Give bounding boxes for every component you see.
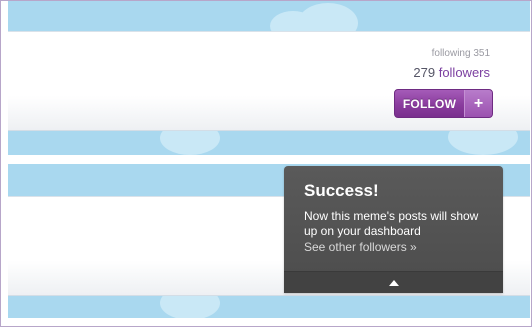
profile-card: following 351 279 followers FOLLOW + [8,31,530,131]
popup-collapse-button[interactable] [284,271,503,293]
plus-icon: + [464,90,492,117]
follow-button-label: FOLLOW [402,96,457,111]
followers-count: 279 [413,65,436,80]
follow-button[interactable]: FOLLOW + [394,89,493,118]
see-other-followers-link[interactable]: See other followers » [304,240,417,255]
success-popup: Success! Now this meme's posts will show… [284,166,503,293]
follow-panel: following 351 279 followers FOLLOW + [8,1,530,155]
popup-message: Now this meme's posts will show up on yo… [304,209,479,238]
screenshot-frame: following 351 279 followers FOLLOW + Suc… [0,0,532,327]
followers-line: 279 followers [413,65,490,80]
followers-link[interactable]: followers [439,65,490,80]
popup-title: Success! [304,181,379,200]
following-count: following 351 [431,48,490,59]
caret-up-icon [388,279,399,286]
profile-stats: following 351 279 followers [413,48,490,80]
